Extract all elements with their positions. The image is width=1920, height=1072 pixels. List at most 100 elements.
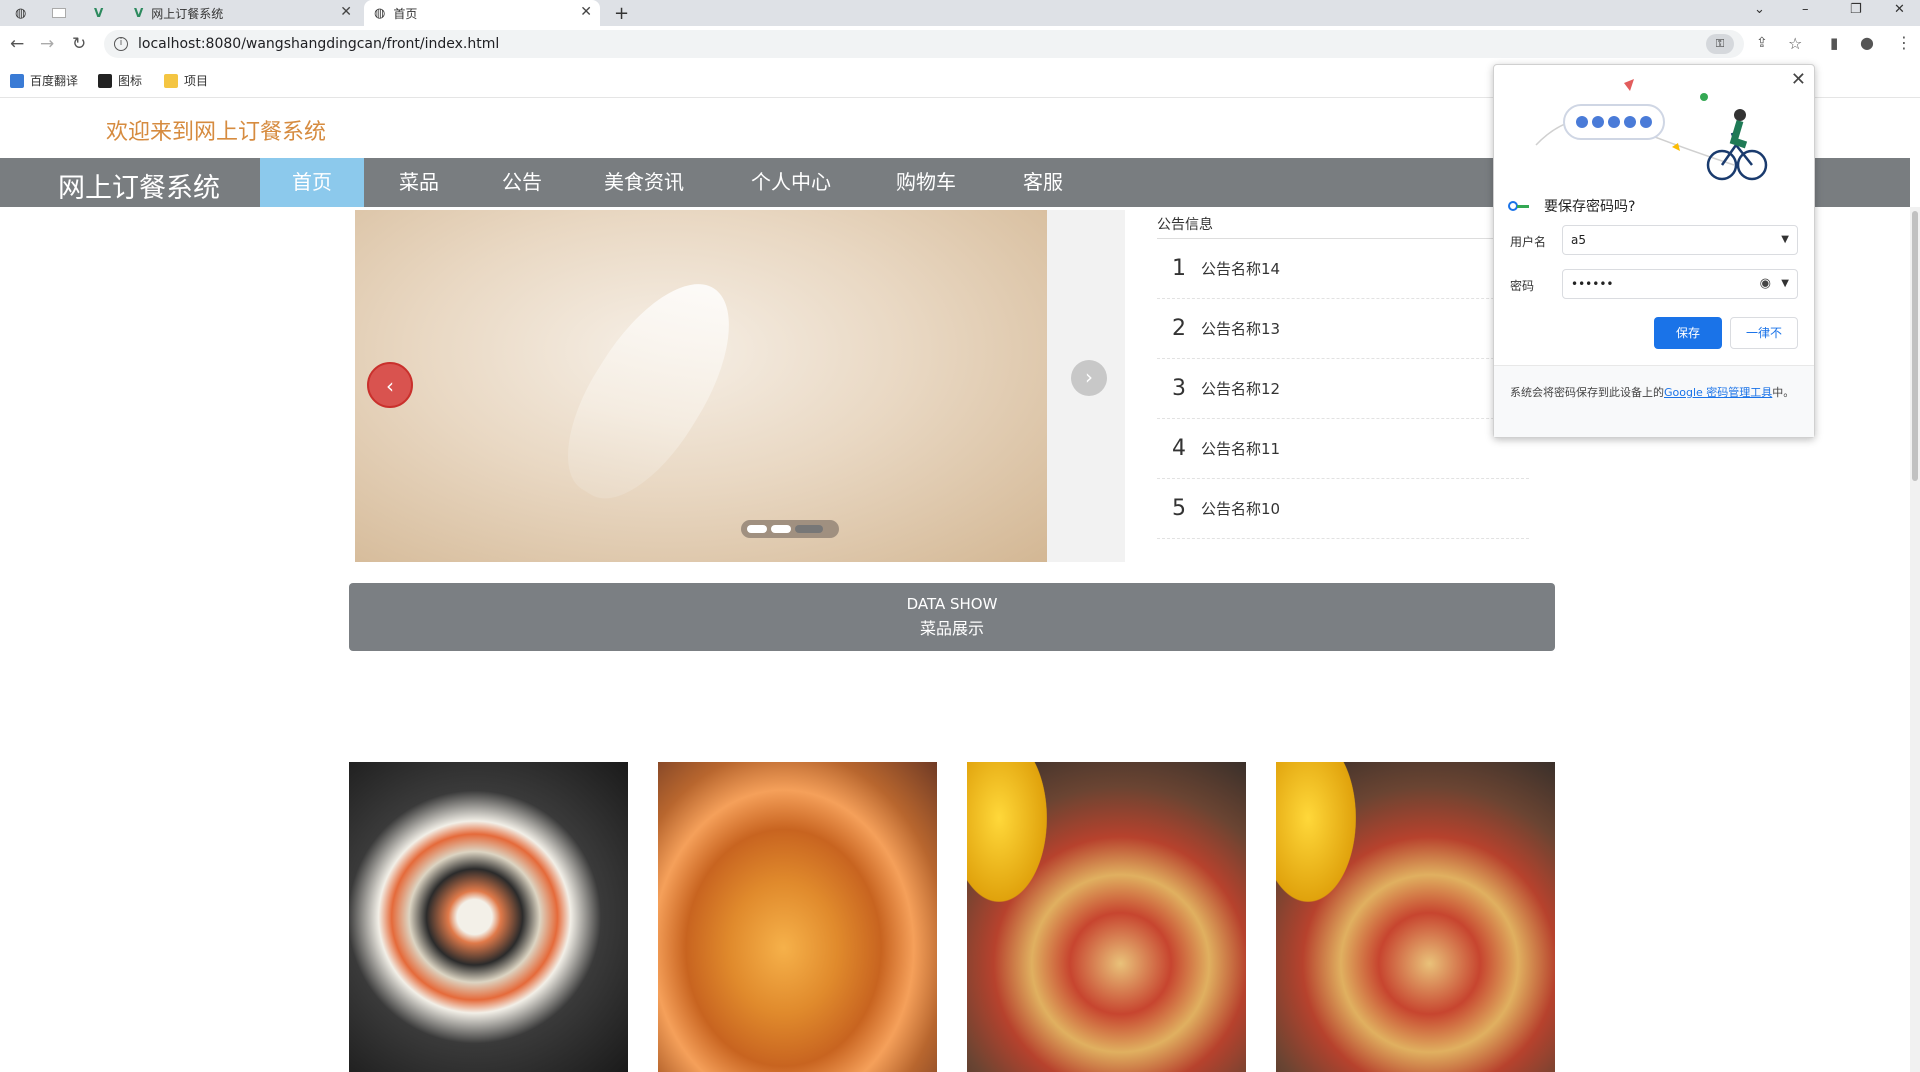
close-icon[interactable]: ✕ bbox=[1791, 69, 1806, 90]
folder-icon bbox=[164, 73, 178, 88]
tab-site[interactable]: V 网上订餐系统 ✕ bbox=[124, 0, 360, 26]
key-icon bbox=[1508, 201, 1530, 211]
carousel-dot[interactable] bbox=[771, 525, 791, 533]
username-field[interactable]: a5 ▼ bbox=[1562, 225, 1798, 255]
footer-end: 中。 bbox=[1772, 386, 1795, 399]
save-password-dialog: ✕ 要保存密码吗? 用户名 a5 ▼ 密码 •••••• ◉ ▼ 保存 一律不 bbox=[1493, 64, 1815, 438]
data-show-banner: DATA SHOW 菜品展示 bbox=[349, 583, 1555, 651]
notice-name[interactable]: 公告名称10 bbox=[1201, 498, 1280, 519]
forward-icon[interactable]: → bbox=[40, 34, 54, 54]
sidepanel-icon[interactable]: ▮ bbox=[1830, 34, 1838, 52]
tab-vue[interactable]: V bbox=[88, 0, 118, 26]
carousel-prev-button[interactable]: ‹ bbox=[367, 362, 413, 408]
dropdown-arrow-icon[interactable]: ▼ bbox=[1781, 270, 1789, 298]
carousel-dot-active[interactable] bbox=[795, 525, 823, 533]
browser-tab-bar: ◍ V V 网上订餐系统 ✕ ◍ 首页 ✕ + ⌄ – ❐ ✕ bbox=[0, 0, 1920, 26]
cyclist-illustration bbox=[1535, 79, 1768, 181]
notice-name[interactable]: 公告名称14 bbox=[1201, 258, 1280, 279]
tab-globe[interactable]: ◍ bbox=[8, 0, 38, 26]
save-password-button[interactable]: 保存 bbox=[1654, 317, 1722, 349]
dialog-footer: 系统会将密码保存到此设备上的Google 密码管理工具中。 bbox=[1494, 365, 1814, 437]
data-show-title-cn: 菜品展示 bbox=[919, 619, 984, 638]
notice-item[interactable]: 3 公告名称12 bbox=[1157, 359, 1529, 419]
notice-item[interactable]: 5 公告名称10 bbox=[1157, 479, 1529, 539]
password-value: •••••• bbox=[1571, 277, 1614, 291]
dish-card-pizza[interactable] bbox=[1276, 762, 1555, 1072]
star-icon[interactable]: ☆ bbox=[1788, 34, 1802, 53]
carousel-indicators bbox=[741, 520, 839, 538]
info-icon[interactable]: i bbox=[114, 37, 128, 51]
notice-number: 4 bbox=[1172, 436, 1186, 461]
bookmark-baidu-translate[interactable]: 百度翻译 bbox=[10, 72, 78, 89]
nav-service[interactable]: 客服 bbox=[1004, 158, 1082, 207]
globe-icon: ◍ bbox=[374, 5, 386, 21]
carousel-dot[interactable] bbox=[747, 525, 767, 533]
notice-number: 2 bbox=[1172, 316, 1186, 341]
password-manager-link[interactable]: Google 密码管理工具 bbox=[1664, 386, 1772, 399]
nav-food-news[interactable]: 美食资讯 bbox=[584, 158, 704, 207]
nav-notice[interactable]: 公告 bbox=[480, 158, 564, 207]
reload-icon[interactable]: ↻ bbox=[72, 34, 86, 54]
dialog-title-text: 要保存密码吗? bbox=[1544, 199, 1636, 215]
never-save-button[interactable]: 一律不 bbox=[1730, 317, 1798, 349]
eye-icon[interactable]: ◉ bbox=[1760, 270, 1771, 298]
address-toolbar: ← → ↻ i localhost:8080/wangshangdingcan/… bbox=[0, 26, 1920, 62]
save-password-title: 要保存密码吗? bbox=[1508, 196, 1635, 216]
bookmark-label: 项目 bbox=[184, 74, 209, 88]
menu-icon[interactable]: ⋮ bbox=[1896, 33, 1912, 52]
notice-name[interactable]: 公告名称13 bbox=[1201, 318, 1280, 339]
notice-item[interactable]: 1 公告名称14 bbox=[1157, 239, 1529, 299]
share-icon[interactable]: ⇪ bbox=[1756, 35, 1768, 51]
translate-icon bbox=[10, 73, 24, 88]
notice-name[interactable]: 公告名称12 bbox=[1201, 378, 1280, 399]
dish-card-pizza[interactable] bbox=[967, 762, 1246, 1072]
vue-icon: V bbox=[134, 6, 144, 20]
notice-panel: 公告信息 1 公告名称14 2 公告名称13 3 公告名称12 4 公告名称11… bbox=[1157, 214, 1529, 539]
bookmark-label: 图标 bbox=[118, 74, 143, 88]
restore-icon[interactable]: ❐ bbox=[1850, 2, 1862, 17]
banner-carousel[interactable] bbox=[355, 210, 1047, 562]
notice-item[interactable]: 4 公告名称11 bbox=[1157, 419, 1529, 479]
nav-home[interactable]: 首页 bbox=[260, 158, 364, 207]
window-close-icon[interactable]: ✕ bbox=[1894, 2, 1905, 17]
vue-icon: V bbox=[94, 6, 104, 20]
nav-personal-center[interactable]: 个人中心 bbox=[726, 158, 856, 207]
image-icon bbox=[98, 73, 112, 88]
footer-text: 系统会将密码保存到此设备上的 bbox=[1510, 386, 1664, 399]
welcome-text: 欢迎来到网上订餐系统 bbox=[106, 120, 327, 145]
notice-number: 5 bbox=[1172, 496, 1186, 521]
password-label: 密码 bbox=[1510, 279, 1535, 293]
close-icon[interactable]: ✕ bbox=[340, 4, 352, 20]
new-tab-button[interactable]: + bbox=[614, 0, 638, 26]
dropdown-arrow-icon[interactable]: ▼ bbox=[1781, 226, 1789, 254]
profile-icon[interactable]: ● bbox=[1860, 33, 1874, 52]
notice-item[interactable]: 2 公告名称13 bbox=[1157, 299, 1529, 359]
tab-title: 首页 bbox=[393, 6, 418, 21]
key-icon[interactable]: ⚿ bbox=[1706, 34, 1734, 54]
notice-title: 公告信息 bbox=[1157, 214, 1529, 239]
page-scrollbar[interactable] bbox=[1910, 207, 1920, 1072]
dish-card-sushi[interactable] bbox=[349, 762, 628, 1072]
bookmark-label: 百度翻译 bbox=[30, 74, 79, 88]
site-brand: 网上订餐系统 bbox=[58, 173, 220, 204]
close-icon[interactable]: ✕ bbox=[580, 4, 592, 20]
password-field[interactable]: •••••• ◉ ▼ bbox=[1562, 269, 1798, 299]
carousel-next-button[interactable]: › bbox=[1071, 360, 1107, 396]
minimize-icon[interactable]: – bbox=[1802, 2, 1809, 17]
address-bar[interactable]: i localhost:8080/wangshangdingcan/front/… bbox=[104, 30, 1744, 58]
dish-card-fried[interactable] bbox=[658, 762, 937, 1072]
chevron-down-icon[interactable]: ⌄ bbox=[1754, 2, 1765, 17]
tab-blank[interactable] bbox=[44, 0, 74, 26]
nav-dishes[interactable]: 菜品 bbox=[378, 158, 460, 207]
dish-image bbox=[1276, 762, 1356, 902]
dish-image bbox=[967, 762, 1047, 902]
url-text[interactable]: localhost:8080/wangshangdingcan/front/in… bbox=[138, 36, 499, 52]
tab-home[interactable]: ◍ 首页 ✕ bbox=[364, 0, 600, 26]
nav-cart[interactable]: 购物车 bbox=[876, 158, 976, 207]
scrollbar-thumb[interactable] bbox=[1912, 211, 1918, 481]
bookmark-icons[interactable]: 图标 bbox=[98, 72, 142, 89]
bookmark-project[interactable]: 项目 bbox=[164, 72, 208, 89]
back-icon[interactable]: ← bbox=[10, 34, 24, 54]
data-show-title-en: DATA SHOW bbox=[906, 595, 998, 613]
notice-name[interactable]: 公告名称11 bbox=[1201, 438, 1280, 459]
